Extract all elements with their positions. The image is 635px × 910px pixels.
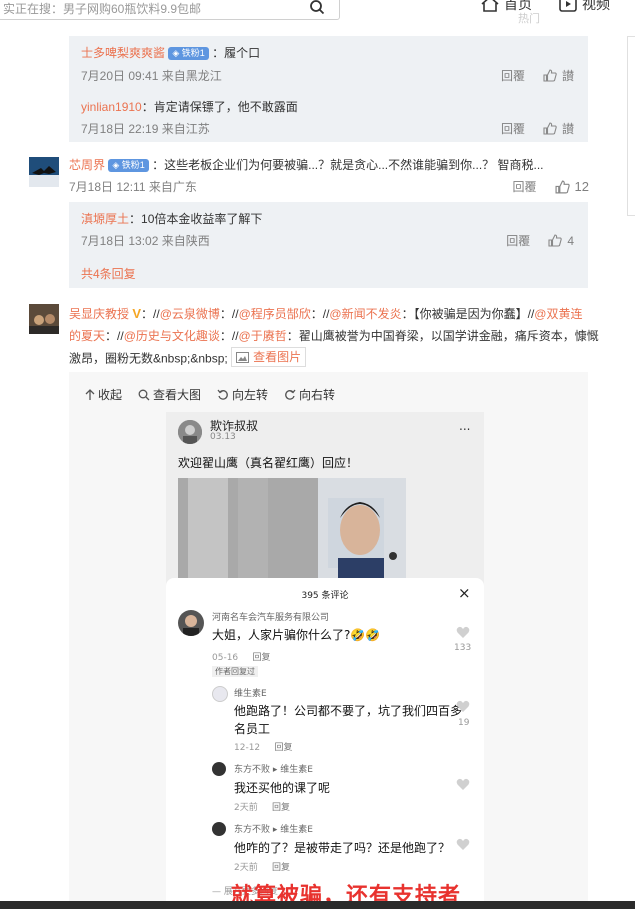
more-replies-link[interactable]: 共4条回复 xyxy=(81,265,136,282)
like-button[interactable]: 12 xyxy=(555,178,589,195)
reply-username[interactable]: yinlian1910 xyxy=(81,100,142,114)
reply-text: ：肯定请保镖了，他不敢露面 xyxy=(141,100,298,114)
reply-text: ：履个口 xyxy=(212,46,261,60)
reply-time: 7月18日 22:19 来自江苏 xyxy=(81,122,210,136)
reply-username[interactable]: 士多啤梨爽爽酱 xyxy=(81,46,165,60)
top-header: 实正在搜：男子网购60瓶饮料9.9包邮 首页 视频 热门 xyxy=(0,0,635,26)
like-button[interactable]: 4 xyxy=(548,232,574,249)
close-icon[interactable]: × xyxy=(458,584,471,602)
mention-link[interactable]: @新闻不发炎 xyxy=(329,307,401,321)
rotate-right-icon xyxy=(284,389,296,401)
nav-video[interactable]: 视频 xyxy=(558,0,610,14)
rotate-right-button[interactable]: 向右转 xyxy=(284,386,335,403)
video-icon xyxy=(558,0,578,13)
post-author-avatar xyxy=(178,420,202,444)
reply-time: 7月20日 09:41 来自黑龙江 xyxy=(81,69,222,83)
reply-button[interactable]: 回复 xyxy=(274,743,292,753)
attached-image[interactable]: 欺诈叔叔 03.13 ... 欢迎翟山鹰（真名翟红鹰）回应！ 395 条评论 × xyxy=(166,412,484,902)
verified-v-icon: V xyxy=(132,306,142,321)
comment-time: 7月18日 12:11 来自广东 xyxy=(69,180,197,194)
avatar xyxy=(212,762,226,776)
like-button[interactable]: 讃 xyxy=(543,67,574,84)
like-count: 12 xyxy=(574,179,589,194)
mention-link[interactable]: @于赓哲 xyxy=(239,329,287,343)
comment-item: 芯周界 ◈ 铁粉1 ：这些老板企业们为何要被骗...？就是贪心...不然谁能骗到… xyxy=(0,150,635,200)
reply-list-1: 士多啤梨爽爽酱 ◈ 铁粉1 ：履个口 7月20日 09:41 来自黑龙江 回覆 … xyxy=(69,36,588,142)
author-replied-tag: 作者回复过 xyxy=(212,666,258,677)
thumb-up-icon xyxy=(555,180,570,194)
avatar xyxy=(178,610,204,636)
mention-link[interactable]: @历史与文化趣谈 xyxy=(124,329,220,343)
mention-link[interactable]: @双黄连 xyxy=(534,307,582,321)
mention-link[interactable]: @程序员郜欣 xyxy=(239,307,311,321)
comments-sheet: 395 条评论 × 河南名车会汽车服务有限公司 大姐，人家片骗你什么了?🤣🤣 0… xyxy=(166,578,484,902)
like-button[interactable]: 讃 xyxy=(543,120,574,137)
reply-username[interactable]: 滇塬厚土 xyxy=(81,212,129,226)
heart-icon[interactable] xyxy=(456,700,470,713)
phone-comment: 东方不败 ▸ 维生素E 他咋的了？是被带走了吗？还是他跑了？ 2天前 回复 xyxy=(212,822,476,874)
reply-button[interactable]: 回复 xyxy=(272,803,290,813)
like-count: 4 xyxy=(567,233,574,248)
reply-button[interactable]: 回复 xyxy=(252,653,270,663)
hot-label[interactable]: 热门 xyxy=(518,10,540,26)
avatar[interactable] xyxy=(29,157,59,187)
view-large-button[interactable]: 查看大图 xyxy=(138,386,201,403)
reply-list-2: 滇塬厚土：10倍本金收益率了解下 7月18日 13:02 来自陕西 回覆 4 共… xyxy=(69,202,588,288)
reply-button[interactable]: 回覆 xyxy=(501,67,525,84)
comment-text: ：翟山鹰被誉为中国脊梁，以国学讲金融，痛斥资本，慷慨 xyxy=(286,329,599,343)
reply-item: yinlian1910：肯定请保镖了，他不敢露面 7月18日 22:19 来自江… xyxy=(81,98,574,138)
comment-username[interactable]: 芯周界 xyxy=(69,158,105,172)
comment-username[interactable]: 吴显庆教授 xyxy=(69,307,129,321)
bottom-bar xyxy=(0,901,635,909)
home-icon xyxy=(480,0,500,13)
thumb-up-icon xyxy=(548,234,563,247)
thumb-up-icon xyxy=(543,122,557,135)
rotate-left-icon xyxy=(217,389,229,401)
image-toolbar: 收起 查看大图 向左转 向右转 xyxy=(85,386,335,403)
collapse-button[interactable]: 收起 xyxy=(85,386,122,403)
reply-time: 7月18日 13:02 来自陕西 xyxy=(81,234,210,248)
thumb-up-icon xyxy=(543,69,557,82)
comment-text: ：这些老板企业们为何要被骗...？就是贪心...不然谁能骗到你...？ 智商税.… xyxy=(152,158,544,172)
search-input[interactable]: 实正在搜：男子网购60瓶饮料9.9包邮 xyxy=(3,0,201,17)
comment-item: 吴显庆教授 V：//@云泉微博：//@程序员郜欣：//@新闻不发炎：【你被骗是因… xyxy=(0,298,635,378)
heart-icon[interactable] xyxy=(456,626,470,639)
reply-item: 滇塬厚土：10倍本金收益率了解下 7月18日 13:02 来自陕西 回覆 4 xyxy=(81,210,574,250)
fan-badge: ◈ 铁粉1 xyxy=(168,47,209,60)
reply-button[interactable]: 回覆 xyxy=(513,178,537,195)
image-viewer: 收起 查看大图 向左转 向右转 欺诈叔叔 03.13 ... 欢迎翟山鹰（真名翟… xyxy=(69,372,588,908)
heart-icon[interactable] xyxy=(456,838,470,851)
video-thumbnail[interactable] xyxy=(178,478,406,590)
reply-text: ：10倍本金收益率了解下 xyxy=(129,212,263,226)
mention-link[interactable]: @云泉微博 xyxy=(160,307,220,321)
reply-button[interactable]: 回覆 xyxy=(501,120,525,137)
search-box[interactable]: 实正在搜：男子网购60瓶饮料9.9包邮 xyxy=(0,0,340,20)
picture-icon xyxy=(236,351,250,363)
post-text: 欢迎翟山鹰（真名翟红鹰）回应！ xyxy=(178,456,359,470)
avatar[interactable] xyxy=(29,304,59,334)
reply-button[interactable]: 回覆 xyxy=(506,232,530,249)
nav-video-label: 视频 xyxy=(582,0,610,12)
reply-button[interactable]: 回复 xyxy=(272,863,290,873)
rotate-left-button[interactable]: 向左转 xyxy=(217,386,268,403)
heart-icon[interactable] xyxy=(456,778,470,791)
phone-comment: 东方不败 ▸ 维生素E 我还买他的课了呢 2天前 回复 xyxy=(212,762,476,814)
avatar xyxy=(212,822,226,836)
phone-comment: 维生素E 他跑路了！公司都不要了，坑了我们四百多 名员工 12-12 回复 19 xyxy=(212,686,476,753)
search-icon[interactable] xyxy=(309,0,325,15)
comments-title: 395 条评论 xyxy=(301,591,349,601)
more-icon[interactable]: ... xyxy=(459,419,470,433)
view-picture-button[interactable]: 查看图片 xyxy=(231,347,307,367)
avatar xyxy=(212,686,228,702)
post-date: 03.13 xyxy=(210,432,236,442)
magnifier-icon xyxy=(138,389,150,401)
fan-badge: ◈ 铁粉1 xyxy=(108,159,149,172)
comment-text: 激昂，圈粉无数&nbsp;&nbsp; xyxy=(69,351,228,366)
mention-link[interactable]: 的夏天 xyxy=(69,329,105,343)
reply-item: 士多啤梨爽爽酱 ◈ 铁粉1 ：履个口 7月20日 09:41 来自黑龙江 回覆 … xyxy=(81,44,574,84)
phone-comment: 河南名车会汽车服务有限公司 大姐，人家片骗你什么了?🤣🤣 05-16 回复 13… xyxy=(176,606,476,677)
arrow-up-icon xyxy=(85,388,95,401)
